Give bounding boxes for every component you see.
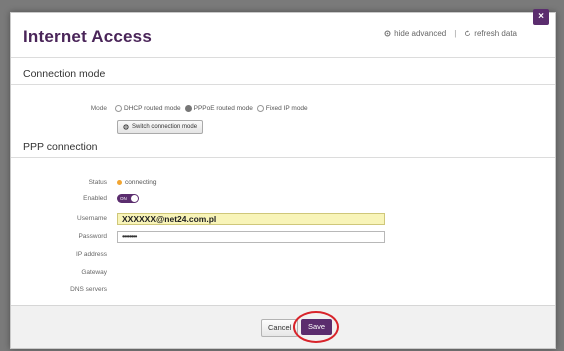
internet-access-dialog: Internet Access hide advanced | refresh … <box>10 9 556 349</box>
password-field[interactable]: •••••••• <box>117 231 385 243</box>
hide-advanced-label: hide advanced <box>394 29 447 38</box>
save-highlight-circle <box>293 311 339 343</box>
refresh-data-link[interactable]: refresh data <box>464 29 517 38</box>
header-divider <box>11 57 555 58</box>
dns-servers-label: DNS servers <box>70 286 107 293</box>
header-link-separator: | <box>454 29 457 38</box>
enabled-toggle[interactable]: ON <box>117 194 139 203</box>
connection-mode-divider <box>11 84 555 85</box>
status-indicator-icon <box>117 180 122 185</box>
gateway-label: Gateway <box>81 269 107 276</box>
dialog-title: Internet Access <box>23 27 152 46</box>
status-value: connecting <box>117 179 156 186</box>
status-label: Status <box>88 179 107 186</box>
refresh-icon <box>465 30 471 37</box>
switch-connection-mode-label: Switch connection mode <box>132 124 198 130</box>
dialog-footer: Cancel Save <box>11 305 555 348</box>
ppp-connection-heading: PPP connection <box>23 141 98 153</box>
mode-option-dhcp[interactable]: DHCP routed mode <box>115 105 181 112</box>
refresh-data-label: refresh data <box>474 29 517 38</box>
dialog-header: Internet Access hide advanced | refresh … <box>11 13 555 57</box>
header-links: hide advanced | refresh data <box>384 29 517 38</box>
gear-icon <box>123 124 129 130</box>
username-label: Username <box>77 215 107 222</box>
mode-radio-group: DHCP routed mode PPPoE routed mode Fixed… <box>115 105 308 112</box>
ip-address-label: IP address <box>76 251 107 258</box>
switch-connection-mode-button[interactable]: Switch connection mode <box>117 120 204 134</box>
username-field[interactable]: XXXXXX@net24.com.pl <box>117 213 385 225</box>
mode-label: Mode <box>90 105 107 112</box>
enabled-label: Enabled <box>83 195 107 202</box>
mode-option-fixed-ip[interactable]: Fixed IP mode <box>256 105 308 112</box>
connection-mode-heading: Connection mode <box>23 68 106 80</box>
toggle-knob <box>131 195 138 202</box>
radio-dhcp[interactable] <box>115 105 122 112</box>
password-label: Password <box>78 233 107 240</box>
radio-pppoe[interactable] <box>184 105 192 112</box>
ppp-connection-divider <box>11 157 555 158</box>
gear-icon <box>384 30 391 37</box>
radio-fixed-ip[interactable] <box>256 105 264 112</box>
toggle-state-text: ON <box>120 196 127 201</box>
status-text: connecting <box>125 179 157 186</box>
mode-option-pppoe[interactable]: PPPoE routed mode <box>184 105 253 112</box>
hide-advanced-link[interactable]: hide advanced <box>384 29 446 38</box>
close-button[interactable]: × <box>533 9 549 25</box>
